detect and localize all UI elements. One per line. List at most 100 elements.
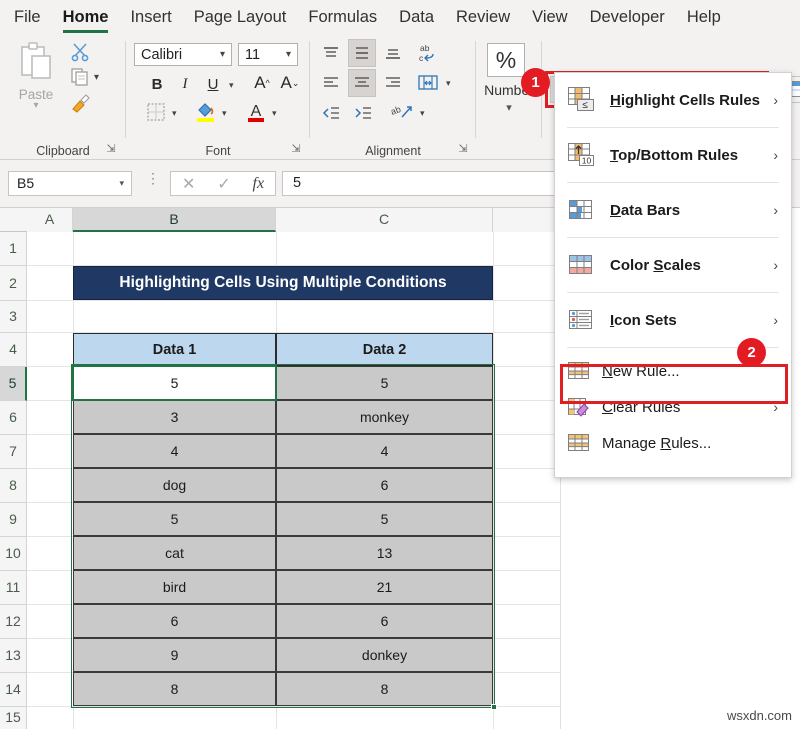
row-header-14[interactable]: 14 xyxy=(0,673,27,707)
row-header-15[interactable]: 15 xyxy=(0,707,27,729)
row-header-6[interactable]: 6 xyxy=(0,401,27,435)
row-header-4[interactable]: 4 xyxy=(0,333,27,367)
format-painter-button[interactable] xyxy=(70,93,91,113)
decrease-indent-button[interactable] xyxy=(318,101,344,125)
font-color-button[interactable]: A xyxy=(244,99,268,125)
chevron-down-icon[interactable]: ▾ xyxy=(476,101,542,114)
table-cell[interactable]: cat xyxy=(73,536,276,570)
row-header-11[interactable]: 11 xyxy=(0,571,27,605)
underline-button[interactable]: U xyxy=(202,73,224,95)
cut-button[interactable] xyxy=(70,42,90,62)
table-cell[interactable]: 4 xyxy=(276,434,493,468)
tab-formulas[interactable]: Formulas xyxy=(297,0,388,35)
column-header-d-partial[interactable] xyxy=(493,208,560,232)
alignment-dialog-launcher[interactable]: ⇲ xyxy=(456,142,470,156)
align-top-button[interactable] xyxy=(318,41,344,65)
menu-item-top-bottom-rules[interactable]: 10 Top/Bottom Rules › xyxy=(555,128,791,182)
menu-item-manage-rules[interactable]: Manage Rules... xyxy=(555,425,791,461)
align-middle-button[interactable] xyxy=(348,39,376,67)
tab-help[interactable]: Help xyxy=(676,0,732,35)
cancel-icon[interactable]: ✕ xyxy=(182,174,195,194)
row-header-9[interactable]: 9 xyxy=(0,503,27,537)
borders-button[interactable] xyxy=(144,101,168,123)
title-banner[interactable]: Highlighting Cells Using Multiple Condit… xyxy=(73,266,493,300)
tab-file[interactable]: File xyxy=(0,0,52,35)
align-right-button[interactable] xyxy=(380,71,406,95)
table-cell[interactable]: 3 xyxy=(73,400,276,434)
increase-indent-button[interactable] xyxy=(350,101,376,125)
bold-button[interactable]: B xyxy=(146,73,168,95)
table-header-data2[interactable]: Data 2 xyxy=(276,333,493,366)
percent-style-button[interactable]: % xyxy=(487,43,525,77)
row-header-3[interactable]: 3 xyxy=(0,301,27,333)
table-cell[interactable]: dog xyxy=(73,468,276,502)
tab-home[interactable]: Home xyxy=(52,0,120,35)
menu-item-clear-rules[interactable]: Clear Rules › xyxy=(555,389,791,425)
formula-bar-grip[interactable]: ⋮ xyxy=(146,174,160,183)
enter-icon[interactable]: ✓ xyxy=(217,174,230,194)
table-cell[interactable]: 9 xyxy=(73,638,276,672)
font-dialog-launcher[interactable]: ⇲ xyxy=(289,142,303,156)
row-header-2[interactable]: 2 xyxy=(0,266,27,301)
tab-page-layout[interactable]: Page Layout xyxy=(183,0,298,35)
row-header-10[interactable]: 10 xyxy=(0,537,27,571)
chevron-down-icon[interactable]: ▾ xyxy=(272,108,277,119)
table-cell[interactable]: 5 xyxy=(276,366,493,400)
clipboard-dialog-launcher[interactable]: ⇲ xyxy=(104,142,118,156)
table-cell[interactable]: 21 xyxy=(276,570,493,604)
decrease-font-size-button[interactable]: A⌄ xyxy=(278,71,302,95)
chevron-down-icon[interactable]: ▾ xyxy=(229,80,234,91)
fill-handle[interactable] xyxy=(491,704,497,710)
row-header-5[interactable]: 5 xyxy=(0,367,27,401)
align-bottom-button[interactable] xyxy=(380,41,406,65)
name-box[interactable]: B5 ▾ xyxy=(8,171,132,196)
chevron-down-icon[interactable]: ▾ xyxy=(446,78,451,89)
column-header-b[interactable]: B xyxy=(73,208,276,232)
fill-color-button[interactable] xyxy=(194,99,218,125)
tab-data[interactable]: Data xyxy=(388,0,445,35)
increase-font-size-button[interactable]: A^ xyxy=(250,71,274,95)
column-header-a[interactable]: A xyxy=(27,208,73,232)
table-cell[interactable]: 6 xyxy=(73,604,276,638)
table-cell[interactable]: 8 xyxy=(276,672,493,706)
font-name-combo[interactable]: Calibri ▾ xyxy=(134,43,232,66)
table-cell[interactable]: 6 xyxy=(276,604,493,638)
table-cell[interactable]: 5 xyxy=(73,366,276,400)
insert-function-icon[interactable]: fx xyxy=(253,175,265,193)
row-header-7[interactable]: 7 xyxy=(0,435,27,469)
row-header-1[interactable]: 1 xyxy=(0,232,27,266)
merge-and-center-button[interactable] xyxy=(414,69,442,97)
table-cell[interactable]: bird xyxy=(73,570,276,604)
table-cell[interactable]: 13 xyxy=(276,536,493,570)
copy-button[interactable]: ▾ xyxy=(70,67,99,87)
chevron-down-icon[interactable]: ▾ xyxy=(420,108,425,119)
grid-area[interactable]: Highlighting Cells Using Multiple Condit… xyxy=(27,232,560,729)
orientation-button[interactable]: ab xyxy=(388,99,416,125)
menu-item-data-bars[interactable]: Data Bars › xyxy=(555,183,791,237)
align-left-button[interactable] xyxy=(318,71,344,95)
table-cell[interactable]: donkey xyxy=(276,638,493,672)
formula-input[interactable]: 5 xyxy=(282,171,558,196)
row-header-8[interactable]: 8 xyxy=(0,469,27,503)
wrap-text-button[interactable]: ab c xyxy=(414,39,442,67)
column-header-c[interactable]: C xyxy=(276,208,493,232)
table-cell[interactable]: 4 xyxy=(73,434,276,468)
table-cell[interactable]: 5 xyxy=(73,502,276,536)
row-header-13[interactable]: 13 xyxy=(0,639,27,673)
menu-item-color-scales[interactable]: Color Scales › xyxy=(555,238,791,292)
tab-developer[interactable]: Developer xyxy=(579,0,676,35)
tab-review[interactable]: Review xyxy=(445,0,521,35)
font-size-combo[interactable]: 11 ▾ xyxy=(238,43,298,66)
chevron-down-icon[interactable]: ▾ xyxy=(222,108,227,119)
table-cell[interactable]: 5 xyxy=(276,502,493,536)
table-cell[interactable]: 6 xyxy=(276,468,493,502)
paste-button[interactable]: Paste ▾ xyxy=(8,41,64,125)
align-center-button[interactable] xyxy=(348,69,376,97)
table-cell[interactable]: 8 xyxy=(73,672,276,706)
tab-insert[interactable]: Insert xyxy=(119,0,182,35)
row-header-12[interactable]: 12 xyxy=(0,605,27,639)
menu-item-highlight-cells-rules[interactable]: ≤ Highlight Cells Rules › xyxy=(555,73,791,127)
table-cell[interactable]: monkey xyxy=(276,400,493,434)
italic-button[interactable]: I xyxy=(174,73,196,95)
table-header-data1[interactable]: Data 1 xyxy=(73,333,276,366)
